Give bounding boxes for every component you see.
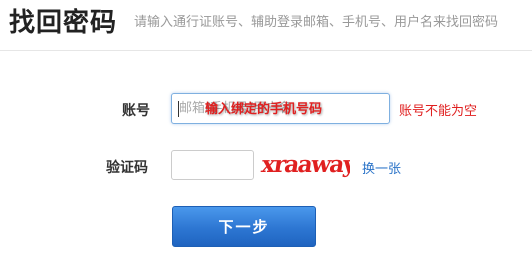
- captcha-text: xraaway: [260, 151, 350, 178]
- text-caret: [178, 101, 179, 117]
- page-header: 找回密码 请输入通行证账号、辅助登录邮箱、手机号、用户名来找回密码: [0, 0, 532, 51]
- captcha-label: 验证码: [106, 160, 148, 176]
- next-step-button[interactable]: 下一步: [172, 206, 316, 247]
- account-error-message: 账号不能为空: [399, 104, 478, 119]
- captcha-image[interactable]: xraaway: [260, 148, 350, 180]
- account-label: 账号: [122, 103, 150, 119]
- page-title: 找回密码: [9, 8, 118, 38]
- page-subtitle: 请输入通行证账号、辅助登录邮箱、手机号、用户名来找回密码: [134, 15, 499, 30]
- refresh-captcha-link[interactable]: 换一张: [362, 158, 401, 177]
- captcha-input[interactable]: [171, 150, 254, 180]
- account-field[interactable]: [171, 93, 390, 124]
- account-input[interactable]: [172, 94, 389, 123]
